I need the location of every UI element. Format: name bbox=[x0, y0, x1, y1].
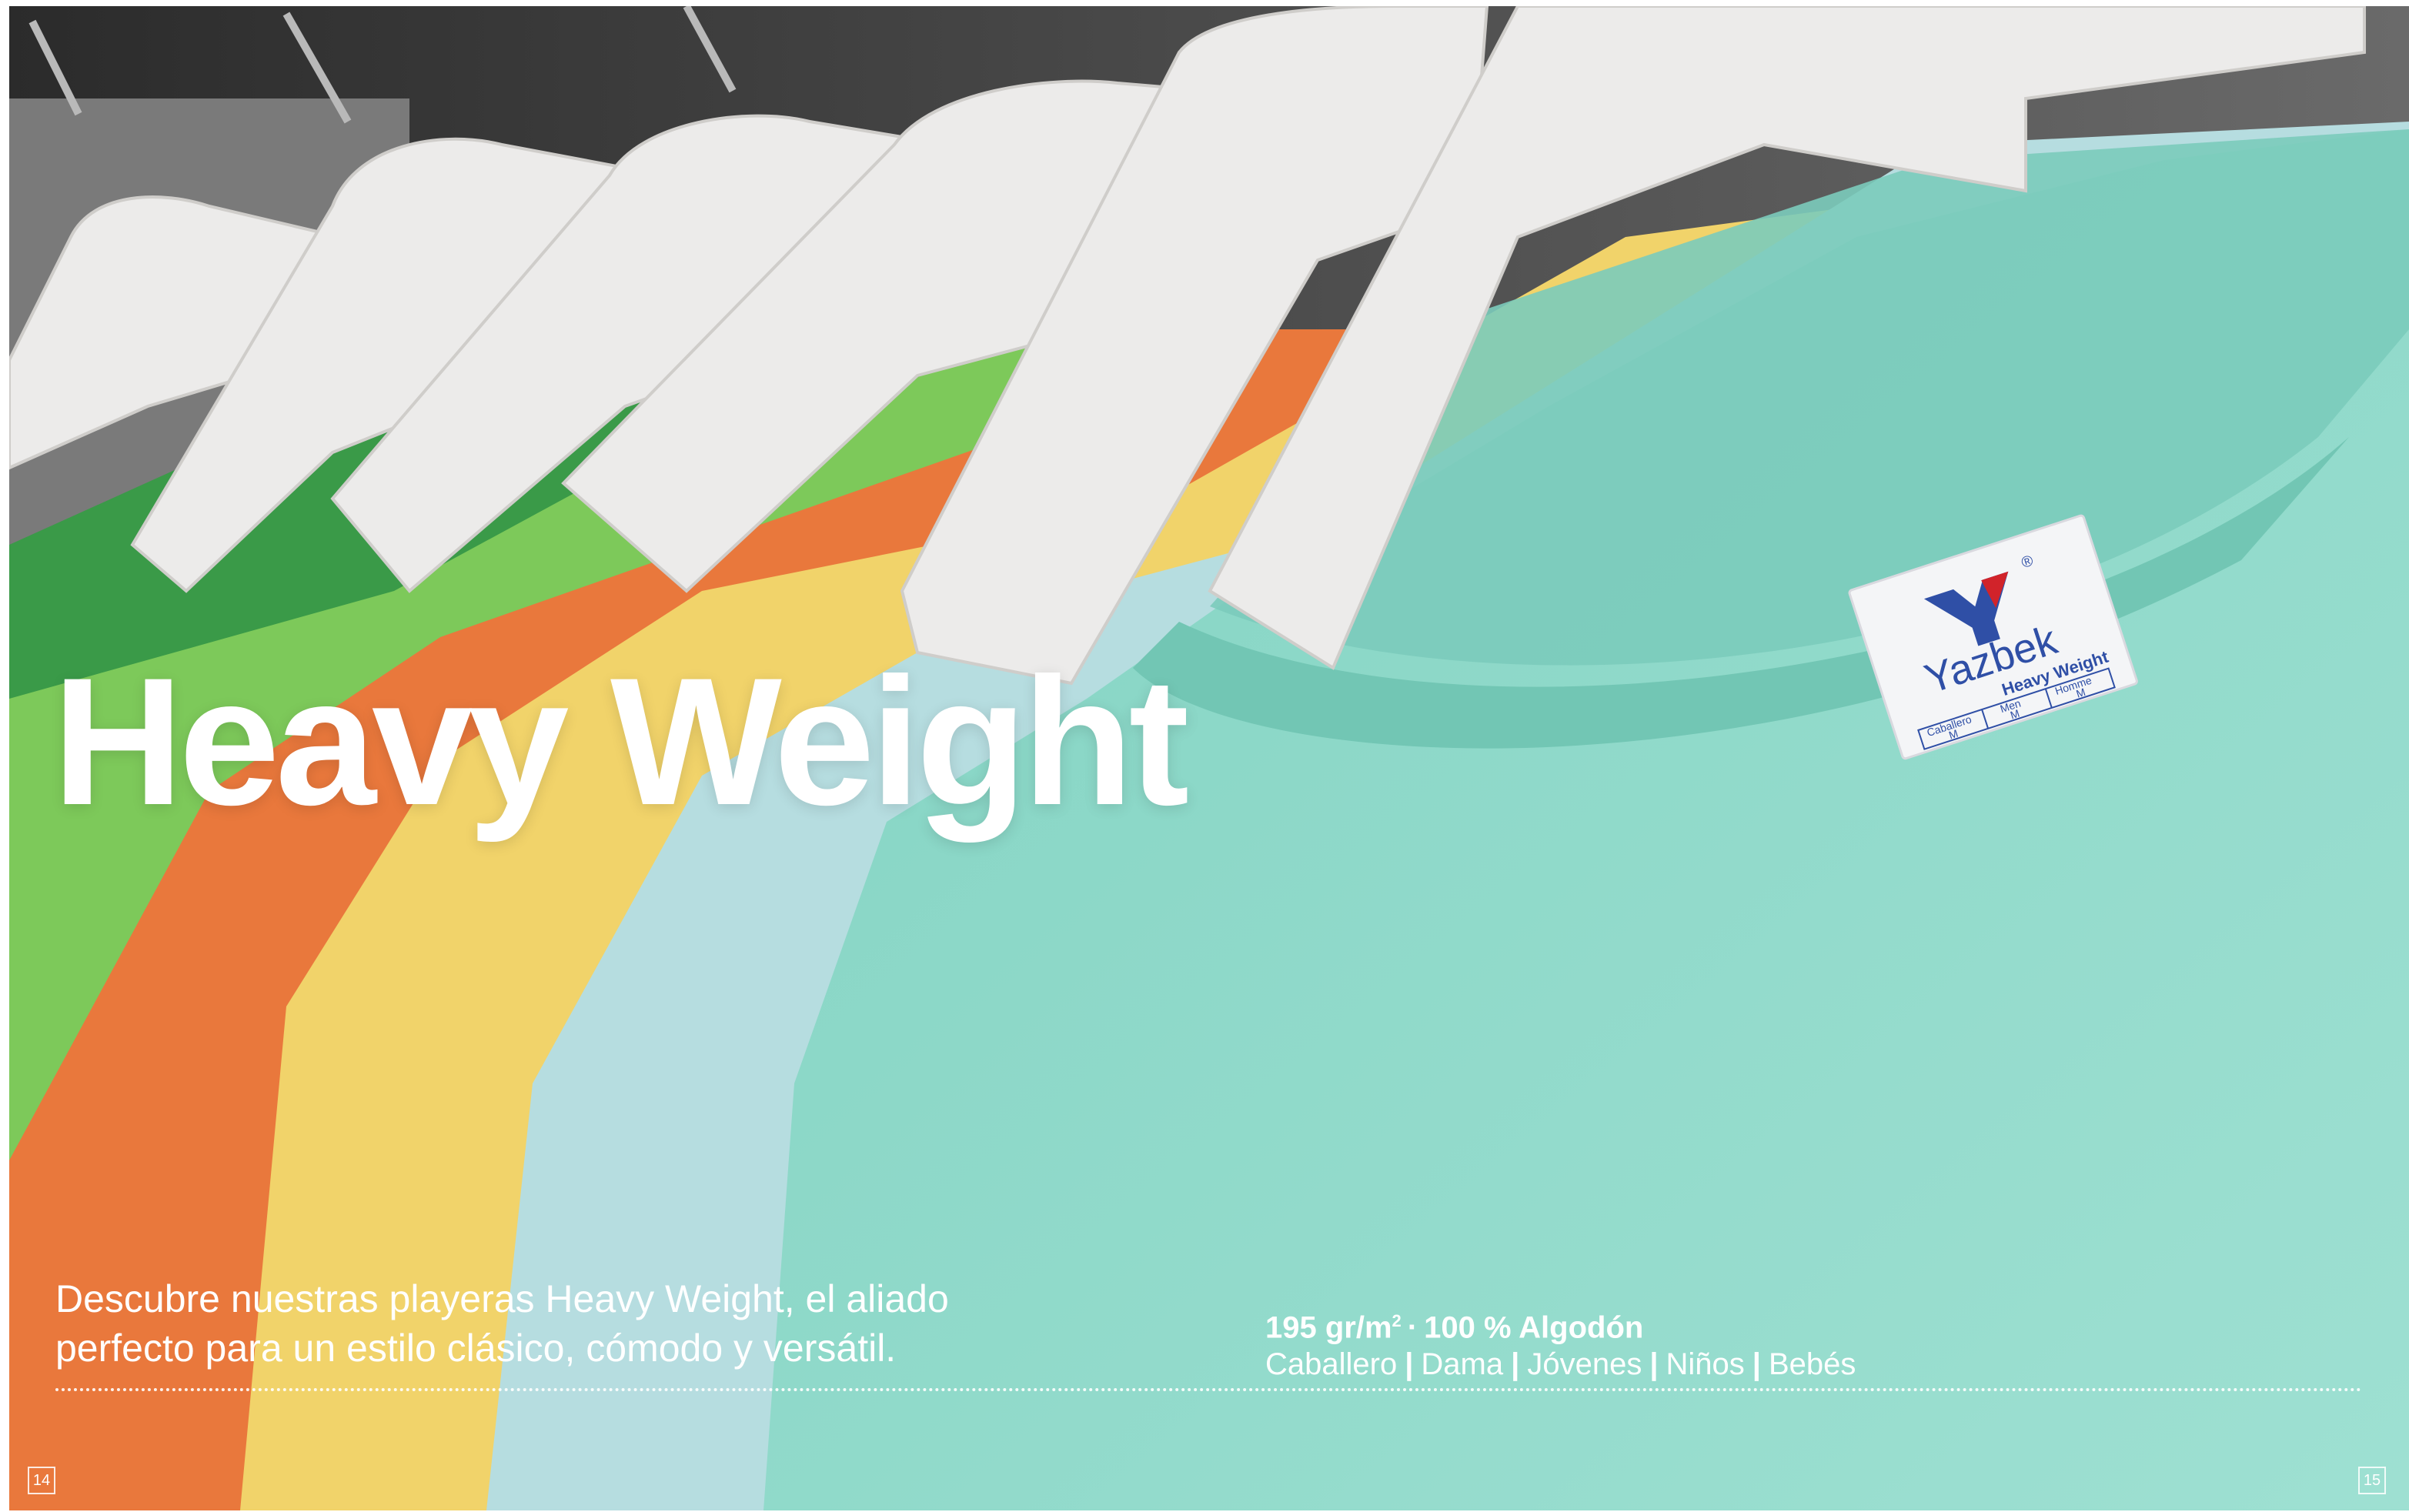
catalog-spread: ® Yazbek Heavy Weight Caballero M Men M … bbox=[9, 6, 2409, 1510]
specs-separator: · bbox=[1407, 1310, 1418, 1345]
fabric-material: 100 % Algodón bbox=[1424, 1310, 1644, 1345]
category-ninos: Niños bbox=[1666, 1347, 1745, 1382]
specs-weight-material: 195 gr/m2 · 100 % Algodón bbox=[1265, 1303, 1856, 1346]
category-caballero: Caballero bbox=[1265, 1347, 1398, 1382]
specs-categories: Caballero | Dama | Jóvenes | Niños | Bebés bbox=[1265, 1346, 1856, 1383]
category-separator: | bbox=[1649, 1347, 1659, 1382]
category-bebes: Bebés bbox=[1768, 1347, 1856, 1382]
category-separator: | bbox=[1511, 1347, 1520, 1382]
page-number-right: 15 bbox=[2358, 1467, 2386, 1494]
category-separator: | bbox=[1752, 1347, 1761, 1382]
fabric-weight-exponent: 2 bbox=[1392, 1311, 1402, 1330]
dotted-divider bbox=[55, 1388, 2363, 1391]
category-dama: Dama bbox=[1421, 1347, 1504, 1382]
category-jovenes: Jóvenes bbox=[1527, 1347, 1642, 1382]
intro-paragraph: Descubre nuestras playeras Heavy Weight,… bbox=[55, 1277, 949, 1370]
product-specs: 195 gr/m2 · 100 % Algodón Caballero | Dama | J… bbox=[1265, 1303, 1856, 1383]
category-separator: | bbox=[1405, 1347, 1414, 1382]
fabric-weight: 195 gr/m bbox=[1265, 1310, 1392, 1345]
page-number-left: 14 bbox=[28, 1467, 55, 1494]
page-title: Heavy Weight bbox=[52, 640, 1189, 843]
